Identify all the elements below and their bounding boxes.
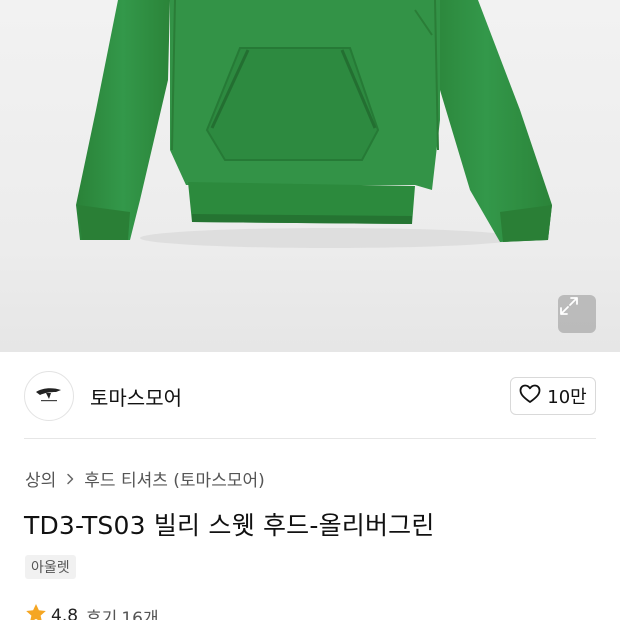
expand-image-button[interactable] xyxy=(558,295,596,333)
chevron-right-icon xyxy=(66,473,74,485)
seller-name[interactable]: 토마스모어 xyxy=(90,382,182,411)
outlet-tag: 아울렛 xyxy=(25,555,76,579)
hoodie-illustration xyxy=(76,0,552,248)
like-count: 10만 xyxy=(547,387,587,408)
rating-value: 4.8 xyxy=(51,606,79,620)
whale-logo-icon xyxy=(34,384,64,408)
heart-outline-icon xyxy=(519,384,541,408)
product-title: TD3-TS03 빌리 스웻 후드-올리버그린 xyxy=(24,511,435,540)
seller-logo[interactable] xyxy=(24,371,74,421)
breadcrumb-subcategory[interactable]: 후드 티셔츠 (토마스모어) xyxy=(84,466,264,491)
product-image[interactable] xyxy=(0,0,620,352)
rating-row[interactable]: 4.8 후기 16개 xyxy=(25,603,159,620)
divider xyxy=(24,438,596,439)
star-icon xyxy=(25,603,47,620)
seller-row: 토마스모어 10만 xyxy=(24,370,596,422)
breadcrumb-category[interactable]: 상의 xyxy=(25,466,56,491)
review-label: 후기 xyxy=(86,608,118,620)
breadcrumb: 상의 후드 티셔츠 (토마스모어) xyxy=(25,466,265,491)
like-button[interactable]: 10만 xyxy=(510,377,596,415)
review-count: 16개 xyxy=(121,608,159,620)
